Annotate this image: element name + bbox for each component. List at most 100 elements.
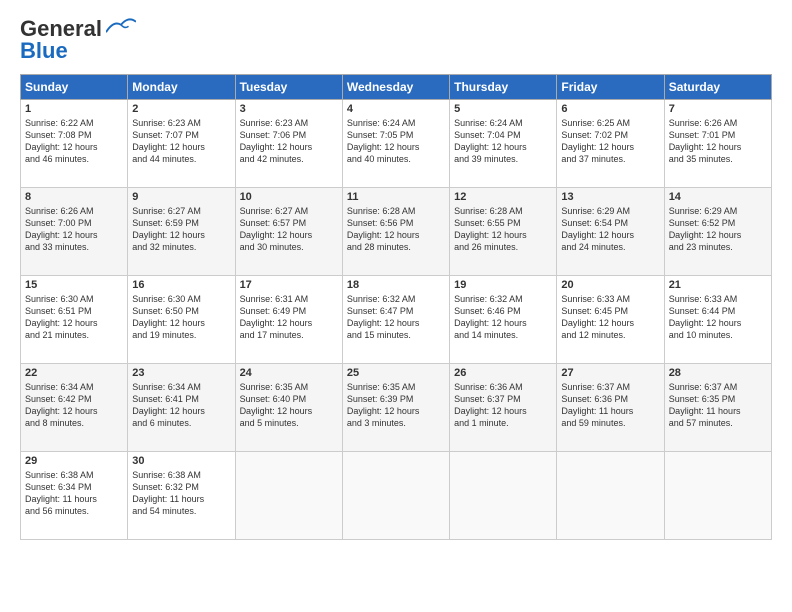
day-info: Sunrise: 6:26 AM Sunset: 7:01 PM Dayligh… (669, 117, 767, 166)
table-row: 19Sunrise: 6:32 AM Sunset: 6:46 PM Dayli… (450, 276, 557, 364)
table-row: 7 Sunrise: 6:26 AM Sunset: 7:01 PM Daylig… (664, 100, 771, 188)
header: General Blue (20, 16, 772, 64)
table-row: 10 Sunrise: 6:27 AM Sunset: 6:57 PM Dayli… (235, 188, 342, 276)
table-row: 25Sunrise: 6:35 AM Sunset: 6:39 PM Dayli… (342, 364, 449, 452)
day-number: 12 (454, 191, 552, 203)
col-monday: Monday (128, 75, 235, 100)
day-info: Sunrise: 6:27 AM Sunset: 6:57 PM Dayligh… (240, 205, 338, 254)
table-row: 18Sunrise: 6:32 AM Sunset: 6:47 PM Dayli… (342, 276, 449, 364)
day-number: 3 (240, 103, 338, 115)
table-row: 29 Sunrise: 6:38 AM Sunset: 6:34 PM Dayli… (21, 452, 128, 540)
calendar-row: 29 Sunrise: 6:38 AM Sunset: 6:34 PM Dayli… (21, 452, 772, 540)
day-info: Sunrise: 6:25 AM Sunset: 7:02 PM Dayligh… (561, 117, 659, 166)
col-wednesday: Wednesday (342, 75, 449, 100)
day-number: 14 (669, 191, 767, 203)
table-row: 26 Sunrise: 6:36 AM Sunset: 6:37 PM Dayli… (450, 364, 557, 452)
table-row: 21 Sunrise: 6:33 AM Sunset: 6:44 PM Dayli… (664, 276, 771, 364)
table-row: 15 Sunrise: 6:30 AM Sunset: 6:51 PM Dayli… (21, 276, 128, 364)
day-number: 1 (25, 103, 123, 115)
day-number: 7 (669, 103, 767, 115)
day-info: Sunrise: 6:31 AM Sunset: 6:49 PM Dayligh… (240, 293, 338, 342)
day-number: 11 (347, 191, 445, 203)
day-number: 6 (561, 103, 659, 115)
page: General Blue Sunday Monday Tuesday Wedne… (0, 0, 792, 612)
calendar-row: 15 Sunrise: 6:30 AM Sunset: 6:51 PM Dayli… (21, 276, 772, 364)
col-sunday: Sunday (21, 75, 128, 100)
day-number: 15 (25, 279, 123, 291)
table-row: 12Sunrise: 6:28 AM Sunset: 6:55 PM Dayli… (450, 188, 557, 276)
day-info: Sunrise: 6:34 AM Sunset: 6:41 PM Dayligh… (132, 381, 230, 430)
day-number: 24 (240, 367, 338, 379)
table-row: 4 Sunrise: 6:24 AM Sunset: 7:05 PM Daylig… (342, 100, 449, 188)
col-tuesday: Tuesday (235, 75, 342, 100)
day-info: Sunrise: 6:26 AM Sunset: 7:00 PM Dayligh… (25, 205, 123, 254)
day-info: Sunrise: 6:23 AM Sunset: 7:06 PM Dayligh… (240, 117, 338, 166)
day-number: 13 (561, 191, 659, 203)
table-row (557, 452, 664, 540)
day-info: Sunrise: 6:36 AM Sunset: 6:37 PM Dayligh… (454, 381, 552, 430)
table-row: 16 Sunrise: 6:30 AM Sunset: 6:50 PM Dayli… (128, 276, 235, 364)
day-number: 16 (132, 279, 230, 291)
table-row: 24 Sunrise: 6:35 AM Sunset: 6:40 PM Dayli… (235, 364, 342, 452)
day-number: 2 (132, 103, 230, 115)
day-number: 8 (25, 191, 123, 203)
day-number: 25 (347, 367, 445, 379)
day-number: 10 (240, 191, 338, 203)
day-number: 28 (669, 367, 767, 379)
table-row: 5 Sunrise: 6:24 AM Sunset: 7:04 PM Daylig… (450, 100, 557, 188)
day-number: 26 (454, 367, 552, 379)
table-row: 2 Sunrise: 6:23 AM Sunset: 7:07 PM Daylig… (128, 100, 235, 188)
day-number: 9 (132, 191, 230, 203)
day-number: 30 (132, 455, 230, 467)
logo-bird-icon (106, 18, 136, 36)
day-number: 18 (347, 279, 445, 291)
day-number: 22 (25, 367, 123, 379)
calendar-row: 22 Sunrise: 6:34 AM Sunset: 6:42 PM Dayli… (21, 364, 772, 452)
calendar-table: Sunday Monday Tuesday Wednesday Thursday… (20, 74, 772, 540)
day-info: Sunrise: 6:24 AM Sunset: 7:05 PM Dayligh… (347, 117, 445, 166)
table-row: 6 Sunrise: 6:25 AM Sunset: 7:02 PM Daylig… (557, 100, 664, 188)
table-row: 17 Sunrise: 6:31 AM Sunset: 6:49 PM Dayli… (235, 276, 342, 364)
day-number: 27 (561, 367, 659, 379)
table-row: 11 Sunrise: 6:28 AM Sunset: 6:56 PM Dayli… (342, 188, 449, 276)
day-number: 17 (240, 279, 338, 291)
table-row (235, 452, 342, 540)
day-info: Sunrise: 6:37 AM Sunset: 6:35 PM Dayligh… (669, 381, 767, 430)
day-info: Sunrise: 6:29 AM Sunset: 6:54 PM Dayligh… (561, 205, 659, 254)
day-info: Sunrise: 6:30 AM Sunset: 6:50 PM Dayligh… (132, 293, 230, 342)
day-number: 21 (669, 279, 767, 291)
table-row: 13 Sunrise: 6:29 AM Sunset: 6:54 PM Dayli… (557, 188, 664, 276)
col-saturday: Saturday (664, 75, 771, 100)
day-number: 5 (454, 103, 552, 115)
logo: General Blue (20, 16, 136, 64)
table-row: 27 Sunrise: 6:37 AM Sunset: 6:36 PM Dayli… (557, 364, 664, 452)
day-info: Sunrise: 6:34 AM Sunset: 6:42 PM Dayligh… (25, 381, 123, 430)
table-row: 9 Sunrise: 6:27 AM Sunset: 6:59 PM Daylig… (128, 188, 235, 276)
day-info: Sunrise: 6:37 AM Sunset: 6:36 PM Dayligh… (561, 381, 659, 430)
day-info: Sunrise: 6:23 AM Sunset: 7:07 PM Dayligh… (132, 117, 230, 166)
col-friday: Friday (557, 75, 664, 100)
calendar-row: 1 Sunrise: 6:22 AM Sunset: 7:08 PM Daylig… (21, 100, 772, 188)
day-info: Sunrise: 6:24 AM Sunset: 7:04 PM Dayligh… (454, 117, 552, 166)
day-number: 29 (25, 455, 123, 467)
calendar-header-row: Sunday Monday Tuesday Wednesday Thursday… (21, 75, 772, 100)
logo-blue: Blue (20, 38, 68, 64)
table-row (342, 452, 449, 540)
day-info: Sunrise: 6:38 AM Sunset: 6:34 PM Dayligh… (25, 469, 123, 518)
col-thursday: Thursday (450, 75, 557, 100)
day-number: 4 (347, 103, 445, 115)
day-info: Sunrise: 6:30 AM Sunset: 6:51 PM Dayligh… (25, 293, 123, 342)
day-info: Sunrise: 6:27 AM Sunset: 6:59 PM Dayligh… (132, 205, 230, 254)
day-info: Sunrise: 6:22 AM Sunset: 7:08 PM Dayligh… (25, 117, 123, 166)
table-row: 28 Sunrise: 6:37 AM Sunset: 6:35 PM Dayli… (664, 364, 771, 452)
day-number: 20 (561, 279, 659, 291)
table-row: 14Sunrise: 6:29 AM Sunset: 6:52 PM Dayli… (664, 188, 771, 276)
table-row (664, 452, 771, 540)
table-row: 23Sunrise: 6:34 AM Sunset: 6:41 PM Dayli… (128, 364, 235, 452)
day-info: Sunrise: 6:38 AM Sunset: 6:32 PM Dayligh… (132, 469, 230, 518)
table-row: 8 Sunrise: 6:26 AM Sunset: 7:00 PM Daylig… (21, 188, 128, 276)
day-info: Sunrise: 6:35 AM Sunset: 6:40 PM Dayligh… (240, 381, 338, 430)
day-info: Sunrise: 6:28 AM Sunset: 6:56 PM Dayligh… (347, 205, 445, 254)
day-info: Sunrise: 6:33 AM Sunset: 6:44 PM Dayligh… (669, 293, 767, 342)
calendar-row: 8 Sunrise: 6:26 AM Sunset: 7:00 PM Daylig… (21, 188, 772, 276)
